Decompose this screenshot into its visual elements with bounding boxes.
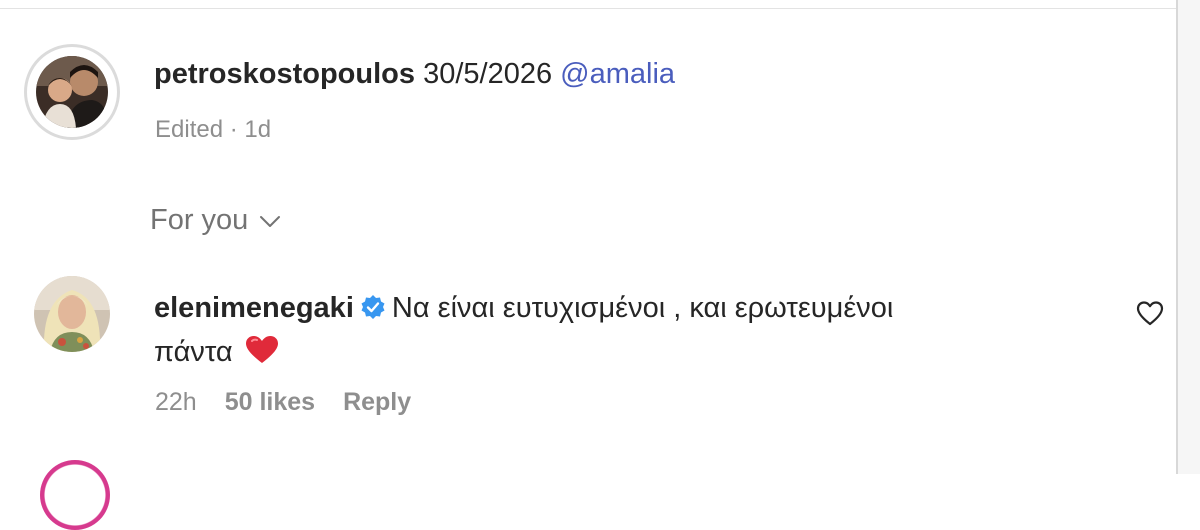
caption-text-line: petroskostopoulos 30/5/2026 @amalia [154,58,675,91]
heart-outline-icon[interactable] [1136,300,1164,326]
comment-text-line1: Να είναι ευτυχισμένοι , και ερωτευμένοι [391,292,894,324]
scrollbar-track[interactable] [1178,0,1200,474]
caption-date: 30/5/2026 [423,58,553,90]
caption-username[interactable]: petroskostopoulos [154,58,415,90]
verified-badge-icon [361,295,385,319]
next-comment-avatar[interactable] [40,460,110,530]
comment-likes[interactable]: 50 likes [225,388,315,417]
comments-sort-dropdown[interactable]: For you [150,204,282,237]
commenter-avatar-photo [34,276,110,352]
edited-label: Edited [155,116,224,143]
caption-time: 1d [244,116,272,143]
red-heart-emoji [245,336,278,363]
author-avatar[interactable] [36,56,108,128]
comment-text: elenimenegaki Να είναι ευτυχισμένοι , κα… [154,286,1054,374]
comment-actions: 22h 50 likes Reply [155,388,411,417]
comment-time: 22h [155,388,197,416]
sort-label: For you [150,204,249,236]
comment-item: elenimenegaki Να είναι ευτυχισμένοι , κα… [34,274,1174,434]
commenter-avatar[interactable] [34,276,110,352]
caption-meta: Edited · 1d [155,116,271,144]
caption-mention[interactable]: @amalia [560,58,675,90]
author-avatar-ring[interactable] [24,44,120,140]
post-caption: petroskostopoulos 30/5/2026 @amalia Edit… [24,44,1124,154]
top-divider [0,8,1176,9]
reply-button[interactable]: Reply [343,388,411,417]
comment-username[interactable]: elenimenegaki [154,292,354,324]
meta-separator: · [229,116,238,143]
chevron-down-icon [260,215,281,227]
comment-text-line2: πάντα [154,336,233,368]
author-avatar-photo [36,56,108,128]
